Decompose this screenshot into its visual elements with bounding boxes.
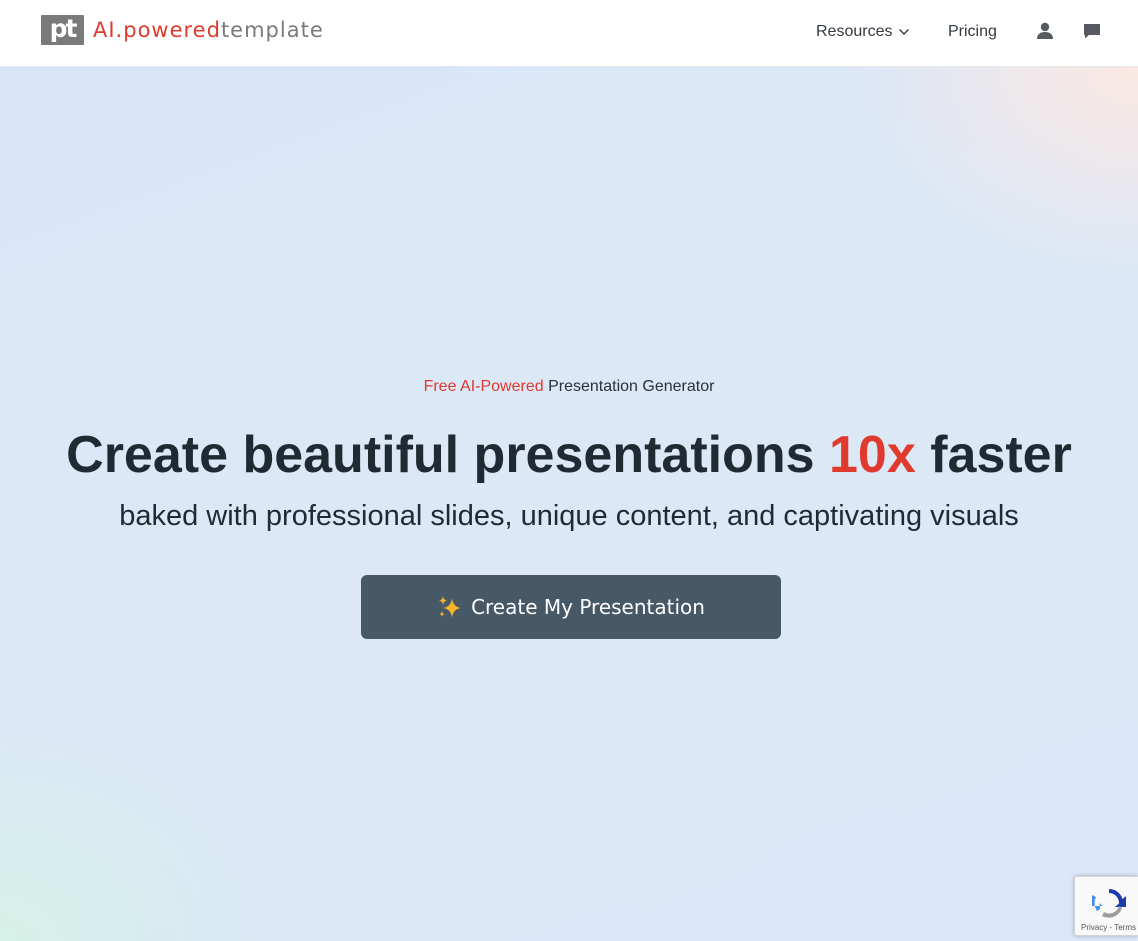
top-navbar: pt AI.poweredtemplate Resources Pricing xyxy=(0,0,1138,67)
hero-eyebrow: Free AI-Powered Presentation Generator xyxy=(0,377,1138,397)
recaptcha-terms-link[interactable]: Terms xyxy=(1114,923,1136,932)
hero-headline-end: faster xyxy=(930,426,1072,484)
chat-icon[interactable] xyxy=(1082,21,1102,41)
recaptcha-links: Privacy - Terms xyxy=(1081,923,1136,932)
logo-wordmark-accent: AI.powered xyxy=(93,18,221,42)
brand-logo[interactable]: pt AI.poweredtemplate xyxy=(41,15,324,45)
logo-wordmark: AI.poweredtemplate xyxy=(93,15,324,45)
nav-pricing-link[interactable]: Pricing xyxy=(948,22,997,42)
create-presentation-label: Create My Presentation xyxy=(471,595,705,619)
hero-eyebrow-rest: Presentation Generator xyxy=(548,378,715,395)
hero-eyebrow-accent: Free AI-Powered xyxy=(423,378,544,395)
hero-headline-accent: 10x xyxy=(828,426,916,484)
create-presentation-button[interactable]: Create My Presentation xyxy=(361,575,781,639)
logo-wordmark-rest: template xyxy=(220,18,324,42)
chevron-down-icon xyxy=(899,29,910,35)
hero-subheadline: baked with professional slides, unique c… xyxy=(119,500,1019,532)
nav-resources-dropdown[interactable]: Resources xyxy=(816,22,910,42)
logo-mark: pt xyxy=(41,15,84,45)
sparkles-icon xyxy=(439,596,462,618)
user-icon[interactable] xyxy=(1035,21,1055,41)
recaptcha-badge[interactable]: Privacy - Terms xyxy=(1074,876,1138,936)
nav-resources-label: Resources xyxy=(816,23,893,40)
hero-headline-start: Create beautiful presentations xyxy=(66,426,815,484)
hero-section: Free AI-Powered Presentation Generator C… xyxy=(0,67,1138,941)
recaptcha-icon xyxy=(1092,888,1126,918)
recaptcha-privacy-link[interactable]: Privacy xyxy=(1081,923,1107,932)
hero-headline: Create beautiful presentations 10x faste… xyxy=(0,423,1138,487)
